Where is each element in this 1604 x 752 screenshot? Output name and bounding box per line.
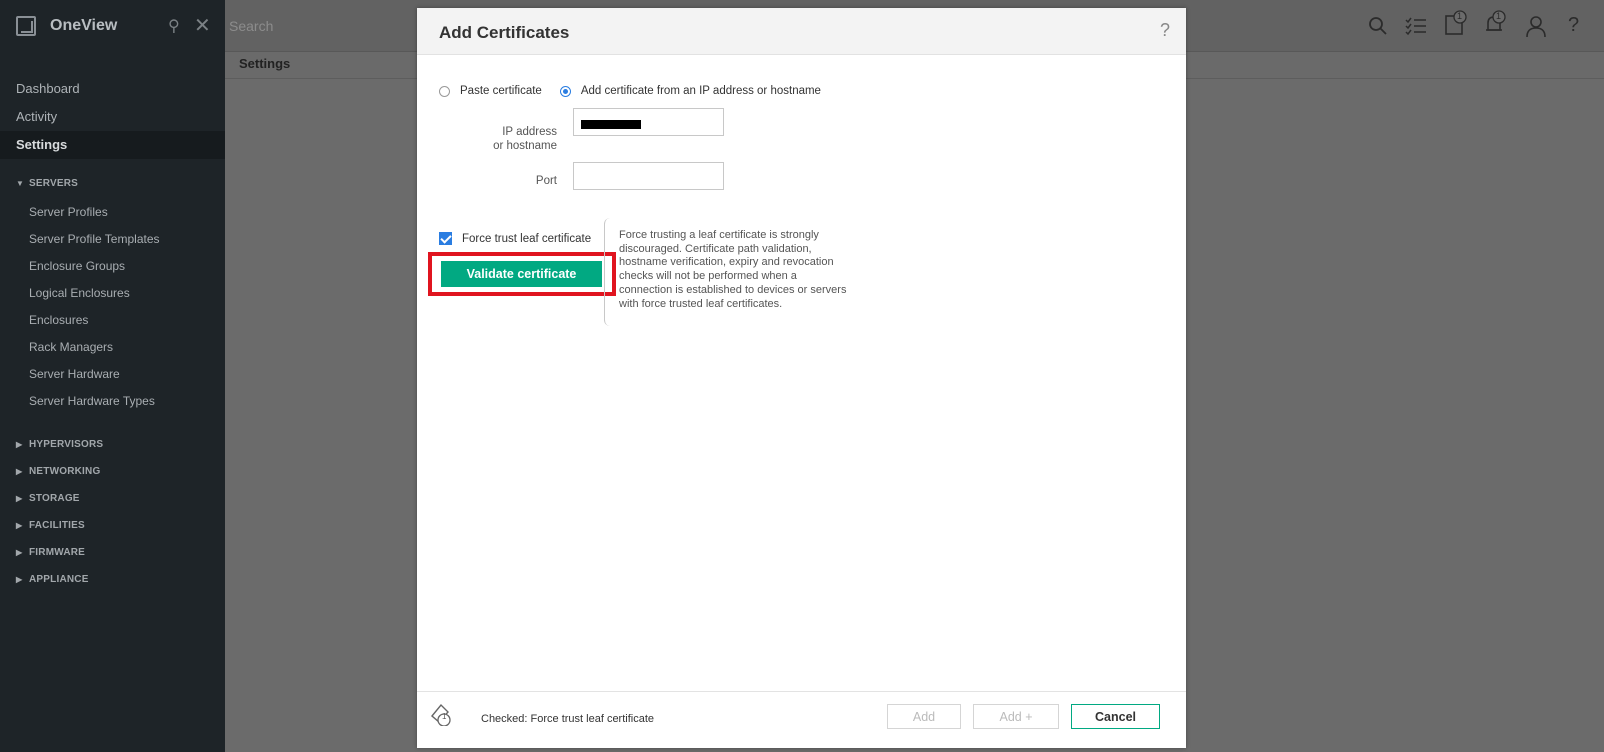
radio-paste-label: Paste certificate: [460, 85, 542, 97]
validate-certificate-button[interactable]: Validate certificate: [441, 261, 602, 287]
triangle-right-icon: ▶: [16, 440, 23, 449]
port-input[interactable]: [573, 162, 724, 190]
search-input[interactable]: Search: [229, 18, 273, 34]
add-plus-button[interactable]: Add +: [973, 704, 1059, 729]
triangle-right-icon: ▶: [16, 494, 23, 503]
force-trust-note: Force trusting a leaf certificate is str…: [619, 229, 847, 310]
note-bracket: [604, 218, 614, 326]
group-hypervisors[interactable]: ▶ HYPERVISORS: [16, 439, 103, 450]
close-icon[interactable]: ✕: [194, 13, 211, 38]
triangle-down-icon: ▼: [16, 179, 25, 188]
app-name: OneView: [50, 17, 118, 34]
add-button[interactable]: Add: [887, 704, 961, 729]
tasks-badge: 1: [1457, 11, 1463, 21]
group-storage[interactable]: ▶ STORAGE: [16, 493, 80, 504]
group-appliance[interactable]: ▶ APPLIANCE: [16, 574, 89, 585]
dialog-title: Add Certificates: [439, 23, 570, 42]
footer-badge: 1: [442, 712, 447, 721]
triangle-right-icon: ▶: [16, 575, 23, 584]
radio-paste-certificate[interactable]: [439, 85, 450, 97]
radio-ip-label: Add certificate from an IP address or ho…: [580, 85, 821, 97]
pin-icon[interactable]: ⚲: [168, 16, 180, 36]
page-title: Settings: [239, 56, 291, 71]
help-icon[interactable]: ?: [1568, 14, 1579, 37]
nav-enclosures[interactable]: Enclosures: [29, 307, 160, 334]
cancel-button[interactable]: Cancel: [1071, 704, 1160, 729]
group-firmware[interactable]: ▶ FIRMWARE: [16, 547, 85, 558]
nav-server-hardware[interactable]: Server Hardware: [29, 361, 160, 388]
brand[interactable]: OneView: [16, 14, 117, 38]
nav-top: Dashboard Activity Settings: [0, 75, 225, 159]
force-trust-row: Force trust leaf certificate: [439, 232, 591, 245]
nav-rack-managers[interactable]: Rack Managers: [29, 334, 160, 361]
footer-status: Checked: Force trust leaf certificate: [481, 713, 655, 725]
nav-dashboard[interactable]: Dashboard: [0, 75, 225, 103]
force-trust-checkbox[interactable]: [439, 232, 452, 245]
force-trust-label: Force trust leaf certificate: [462, 232, 592, 245]
triangle-right-icon: ▶: [16, 548, 23, 557]
add-certificates-dialog: Add Certificates ? Paste certificate Add…: [417, 8, 1186, 748]
nav-enclosure-groups[interactable]: Enclosure Groups: [29, 253, 160, 280]
search-icon[interactable]: [1368, 16, 1388, 36]
dialog-header: Add Certificates ?: [417, 8, 1186, 55]
nav-server-profile-templates[interactable]: Server Profile Templates: [29, 226, 160, 253]
nav-logical-enclosures[interactable]: Logical Enclosures: [29, 280, 160, 307]
sidebar: OneView ⚲ ✕ Dashboard Activity Settings …: [0, 0, 225, 752]
dialog-help-icon[interactable]: ?: [1160, 20, 1170, 41]
triangle-right-icon: ▶: [16, 467, 23, 476]
user-icon[interactable]: [1526, 16, 1546, 38]
nav-server-hardware-types[interactable]: Server Hardware Types: [29, 388, 160, 415]
oneview-logo-icon: [16, 16, 36, 36]
alerts-badge: 1: [1496, 11, 1502, 21]
ip-field-label: IP address or hostname: [493, 126, 557, 152]
group-facilities[interactable]: ▶ FACILITIES: [16, 520, 85, 531]
port-field-label: Port: [535, 175, 557, 187]
nav-activity[interactable]: Activity: [0, 103, 225, 131]
checklist-icon[interactable]: [1405, 16, 1427, 36]
notification-flag-icon[interactable]: [429, 702, 453, 726]
radio-ip-hostname[interactable]: [559, 85, 571, 97]
group-networking[interactable]: ▶ NETWORKING: [16, 466, 100, 477]
nav-settings[interactable]: Settings: [0, 131, 225, 159]
servers-subnav: Server Profiles Server Profile Templates…: [29, 199, 160, 415]
group-servers[interactable]: ▼ SERVERS: [16, 178, 78, 189]
dialog-footer: 1 Checked: Force trust leaf certificate …: [417, 691, 1186, 748]
source-radio-group: Paste certificate Add certificate from a…: [439, 85, 839, 97]
triangle-right-icon: ▶: [16, 521, 23, 530]
nav-server-profiles[interactable]: Server Profiles: [29, 199, 160, 226]
redacted-ip-value: [581, 120, 641, 129]
